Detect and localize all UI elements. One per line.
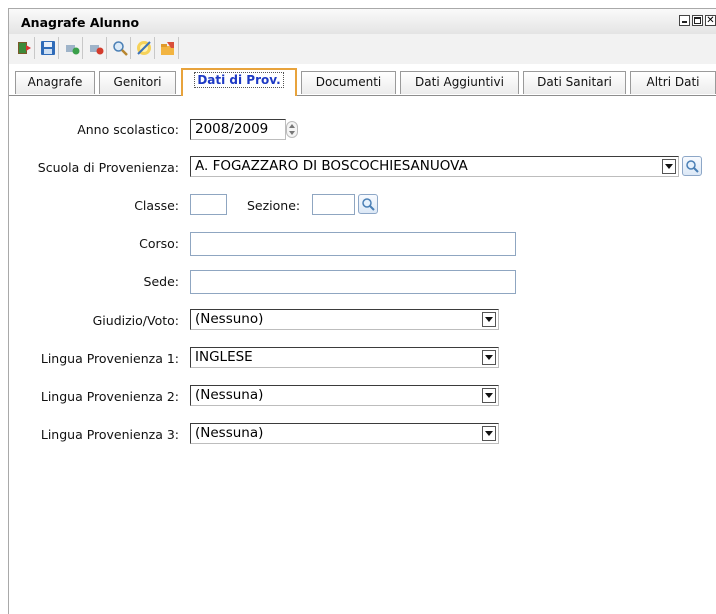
student-registry-window: Anagrafe Alunno ✕ Anagrafe Genitori Dati… [8, 8, 716, 614]
sede-field[interactable] [190, 270, 516, 294]
save-icon [40, 41, 55, 55]
search-icon [362, 198, 375, 211]
delete-record-icon [89, 45, 103, 55]
sezione-label: Sezione: [247, 198, 301, 213]
tab-dati-aggiuntivi[interactable]: Dati Aggiuntivi [400, 71, 519, 94]
new-record-icon [65, 45, 79, 55]
lingua-provenienza-2-label: Lingua Provenienza 2: [40, 389, 179, 404]
toolbar [9, 34, 716, 64]
title-bar[interactable]: Anagrafe Alunno ✕ [9, 9, 716, 35]
window-title: Anagrafe Alunno [21, 15, 140, 30]
edit-icon [136, 41, 151, 55]
sezione-field[interactable] [312, 194, 355, 215]
lingua-provenienza-3-label: Lingua Provenienza 3: [40, 427, 179, 442]
anno-scolastico-spinner[interactable] [286, 121, 298, 138]
classe-field[interactable] [190, 194, 227, 215]
search-icon [112, 41, 128, 56]
chevron-down-icon [482, 350, 496, 365]
minimize-button[interactable] [679, 15, 690, 26]
chevron-down-icon [662, 159, 676, 174]
chevron-down-icon [482, 426, 496, 441]
exit-button[interactable] [13, 37, 35, 59]
tab-dati-sanitari[interactable]: Dati Sanitari [523, 71, 626, 94]
tab-genitori[interactable]: Genitori [99, 71, 176, 94]
scuola-provenienza-label: Scuola di Provenienza: [37, 160, 179, 175]
lingua-provenienza-3-select[interactable]: (Nessuna) [190, 423, 499, 444]
close-button[interactable]: ✕ [705, 15, 716, 26]
chevron-down-icon [482, 312, 496, 327]
giudizio-voto-label: Giudizio/Voto: [92, 313, 179, 328]
save-button[interactable] [37, 37, 59, 59]
tab-bar: Anagrafe Genitori Dati di Prov. Document… [9, 67, 716, 96]
sede-label: Sede: [143, 274, 179, 289]
scuola-search-button[interactable] [682, 156, 702, 176]
open-folder-button[interactable] [157, 37, 179, 59]
edit-button[interactable] [133, 37, 155, 59]
maximize-button[interactable] [692, 15, 703, 26]
lingua-provenienza-1-label: Lingua Provenienza 1: [40, 351, 179, 366]
search-button[interactable] [109, 37, 131, 59]
tab-documenti[interactable]: Documenti [301, 71, 396, 94]
search-icon [686, 160, 699, 173]
sezione-search-button[interactable] [358, 194, 378, 214]
corso-label: Corso: [139, 236, 179, 251]
new-record-button[interactable] [61, 37, 83, 59]
corso-field[interactable] [190, 232, 516, 256]
classe-label: Classe: [134, 198, 179, 213]
scuola-provenienza-select[interactable]: A. FOGAZZARO DI BOSCOCHIESANUOVA [190, 156, 679, 177]
open-folder-icon [160, 42, 174, 55]
tab-dati-di-prov[interactable]: Dati di Prov. [181, 68, 297, 96]
delete-record-button[interactable] [85, 37, 107, 59]
exit-icon [17, 42, 31, 54]
lingua-provenienza-2-select[interactable]: (Nessuna) [190, 385, 499, 406]
tab-altri-dati[interactable]: Altri Dati [630, 71, 716, 94]
tab-anagrafe[interactable]: Anagrafe [15, 71, 95, 94]
anno-scolastico-label: Anno scolastico: [77, 122, 179, 137]
anno-scolastico-field[interactable]: 2008/2009 [190, 119, 286, 140]
chevron-down-icon [482, 388, 496, 403]
giudizio-voto-select[interactable]: (Nessuno) [190, 309, 499, 330]
lingua-provenienza-1-select[interactable]: INGLESE [190, 347, 499, 368]
